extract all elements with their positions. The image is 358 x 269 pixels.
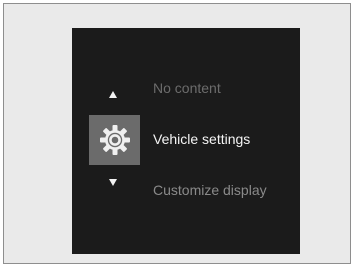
selected-item-icon-box[interactable] bbox=[89, 115, 140, 165]
gear-icon bbox=[99, 125, 130, 155]
display-screen: No content Vehicle settings Customize di… bbox=[72, 28, 300, 254]
figure-frame: No content Vehicle settings Customize di… bbox=[3, 3, 351, 264]
menu-item-customize-display[interactable]: Customize display bbox=[153, 182, 267, 198]
menu-item-no-content[interactable]: No content bbox=[153, 80, 221, 96]
menu-item-vehicle-settings[interactable]: Vehicle settings bbox=[153, 131, 250, 147]
scroll-down-icon[interactable] bbox=[109, 179, 117, 186]
scroll-up-icon[interactable] bbox=[109, 91, 117, 98]
